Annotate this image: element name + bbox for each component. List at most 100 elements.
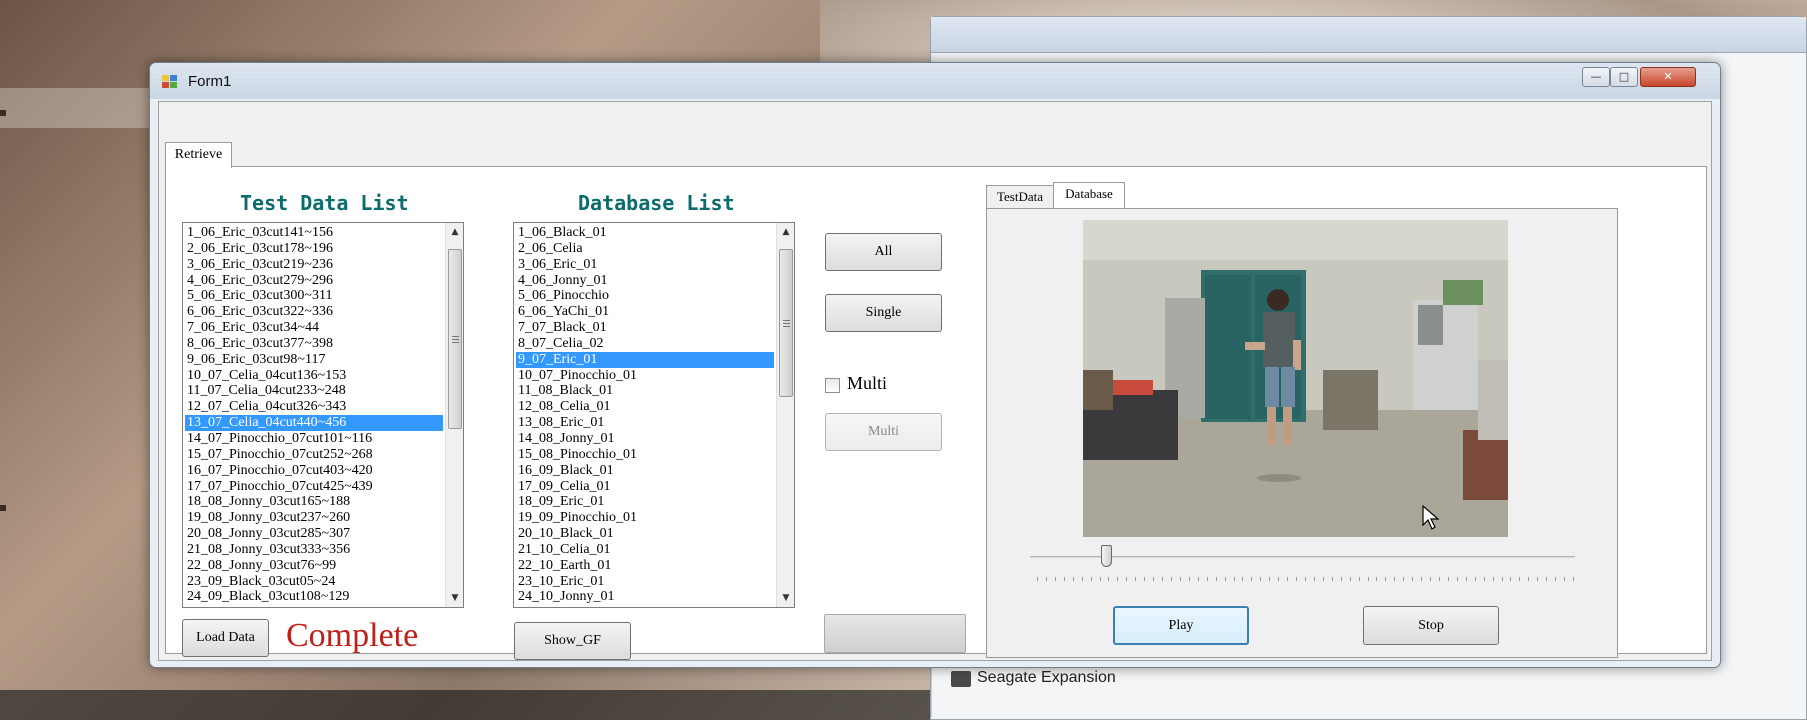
trackbar-tick (1305, 577, 1306, 581)
scroll-down-arrow-icon[interactable]: ▼ (446, 589, 463, 607)
grip-line (783, 323, 790, 324)
list-item[interactable]: 23_09_Black_03cut05~24 (185, 574, 443, 590)
single-button[interactable]: Single (825, 294, 942, 332)
list-item[interactable]: 7_07_Black_01 (516, 320, 774, 336)
list-item[interactable]: 13_07_Celia_04cut440~456 (185, 415, 443, 431)
tab-retrieve[interactable]: Retrieve (165, 142, 232, 168)
list-item[interactable]: 3_06_Eric_03cut219~236 (185, 257, 443, 273)
list-item[interactable]: 22_10_Earth_01 (516, 558, 774, 574)
database-listbox[interactable]: 1_06_Black_01 2_06_Celia 3_06_Eric_01 4_06_… (513, 222, 795, 608)
list-item[interactable]: 20_08_Jonny_03cut285~307 (185, 526, 443, 542)
list-item[interactable]: 12_07_Celia_04cut326~343 (185, 399, 443, 415)
trackbar-tick (1537, 577, 1539, 581)
list-item[interactable]: 17_07_Pinocchio_07cut425~439 (185, 479, 443, 495)
trackbar-tick (1224, 577, 1226, 581)
trackbar-tick (1278, 577, 1280, 581)
list-item[interactable]: 11_08_Black_01 (516, 383, 774, 399)
list-item[interactable]: 23_10_Eric_01 (516, 574, 774, 590)
list-item[interactable]: 12_08_Celia_01 (516, 399, 774, 415)
list-item[interactable]: 20_10_Black_01 (516, 526, 774, 542)
scroll-thumb[interactable] (779, 249, 793, 397)
trackbar-tick (1367, 577, 1369, 581)
test-data-scrollbar[interactable]: ▲ ▼ (445, 223, 463, 607)
viewer-tab-control: TestData Database Play Stop (986, 182, 1696, 658)
close-button[interactable]: ✕ (1640, 67, 1696, 87)
scroll-down-arrow-icon[interactable]: ▼ (777, 589, 794, 607)
list-item[interactable]: 10_07_Pinocchio_01 (516, 368, 774, 384)
list-item[interactable]: 1_06_Eric_03cut141~156 (185, 225, 443, 241)
list-item[interactable]: 16_09_Black_01 (516, 463, 774, 479)
list-item[interactable]: 2_06_Celia (516, 241, 774, 257)
multi-button[interactable]: Multi (825, 413, 942, 451)
maximize-button[interactable]: □ (1610, 67, 1638, 87)
mouse-cursor-icon (1422, 505, 1440, 530)
test-data-listbox[interactable]: 1_06_Eric_03cut141~156 2_06_Eric_03cut178… (182, 222, 464, 608)
list-item[interactable]: 7_06_Eric_03cut34~44 (185, 320, 443, 336)
list-item[interactable]: 8_06_Eric_03cut377~398 (185, 336, 443, 352)
list-item[interactable]: 15_08_Pinocchio_01 (516, 447, 774, 463)
database-scrollbar[interactable]: ▲ ▼ (776, 223, 794, 607)
scroll-up-arrow-icon[interactable]: ▲ (446, 223, 463, 241)
list-item[interactable]: 24_09_Black_03cut108~129 (185, 589, 443, 605)
trackbar-tick (1492, 577, 1494, 581)
trackbar-tick (1162, 577, 1164, 581)
tab-testdata[interactable]: TestData (986, 185, 1054, 209)
list-item[interactable]: 6_06_Eric_03cut322~336 (185, 304, 443, 320)
database-list-title: Database List (578, 191, 735, 215)
list-item[interactable]: 19_09_Pinocchio_01 (516, 510, 774, 526)
list-item[interactable]: 15_07_Pinocchio_07cut252~268 (185, 447, 443, 463)
trackbar-tick (1117, 577, 1119, 581)
video-frame (1083, 220, 1508, 537)
test-data-items: 1_06_Eric_03cut141~156 2_06_Eric_03cut178… (185, 225, 443, 605)
list-item[interactable]: 6_06_YaChi_01 (516, 304, 774, 320)
list-item[interactable]: 3_06_Eric_01 (516, 257, 774, 273)
list-item[interactable]: 22_08_Jonny_03cut76~99 (185, 558, 443, 574)
list-item[interactable]: 14_08_Jonny_01 (516, 431, 774, 447)
multi-checkbox[interactable] (825, 378, 840, 393)
status-complete-label: Complete (286, 617, 419, 654)
list-item[interactable]: 17_09_Celia_01 (516, 479, 774, 495)
play-button[interactable]: Play (1113, 606, 1249, 645)
scroll-up-arrow-icon[interactable]: ▲ (777, 223, 794, 241)
all-button[interactable]: All (825, 233, 942, 271)
list-item[interactable]: 14_07_Pinocchio_07cut101~116 (185, 431, 443, 447)
tab-database[interactable]: Database (1053, 182, 1125, 209)
show-gf-button[interactable]: Show_GF (514, 622, 631, 660)
list-item[interactable]: 4_06_Jonny_01 (516, 273, 774, 289)
list-item[interactable]: 10_07_Celia_04cut136~153 (185, 368, 443, 384)
trackbar-tick (1287, 577, 1289, 581)
background-window-item[interactable]: Seagate Expansion (977, 669, 1116, 687)
list-item[interactable]: 9_06_Eric_03cut98~117 (185, 352, 443, 368)
trackbar-tick (1456, 577, 1458, 581)
trackbar-tick (1179, 577, 1181, 581)
list-item[interactable]: 1_06_Black_01 (516, 225, 774, 241)
multi-checkbox-label[interactable]: Multi (847, 373, 887, 394)
list-item[interactable]: 5_06_Pinocchio (516, 288, 774, 304)
list-item[interactable]: 13_08_Eric_01 (516, 415, 774, 431)
list-item[interactable]: 18_08_Jonny_03cut165~188 (185, 494, 443, 510)
background-window-titlebar[interactable] (931, 17, 1806, 53)
list-item[interactable]: 4_06_Eric_03cut279~296 (185, 273, 443, 289)
list-item[interactable]: 21_08_Jonny_03cut333~356 (185, 542, 443, 558)
list-item[interactable]: 5_06_Eric_03cut300~311 (185, 288, 443, 304)
list-item[interactable]: 19_08_Jonny_03cut237~260 (185, 510, 443, 526)
database-items: 1_06_Black_01 2_06_Celia 3_06_Eric_01 4_06_… (516, 225, 774, 605)
load-data-button[interactable]: Load Data (182, 619, 269, 657)
scroll-thumb[interactable] (448, 249, 462, 429)
trackbar-tick (1439, 577, 1440, 581)
list-item[interactable]: 18_09_Eric_01 (516, 494, 774, 510)
list-item[interactable]: 8_07_Celia_02 (516, 336, 774, 352)
list-item[interactable]: 11_07_Celia_04cut233~248 (185, 383, 443, 399)
stop-button[interactable]: Stop (1363, 606, 1499, 645)
window-titlebar[interactable]: Form1 — □ ✕ (150, 63, 1720, 99)
list-item[interactable]: 24_10_Jonny_01 (516, 589, 774, 605)
list-item[interactable]: 2_06_Eric_03cut178~196 (185, 241, 443, 257)
list-item[interactable]: 21_10_Celia_01 (516, 542, 774, 558)
minimize-button[interactable]: — (1582, 67, 1610, 87)
trackbar-tick (1126, 577, 1128, 581)
trackbar-tick (1340, 577, 1342, 581)
list-item[interactable]: 9_07_Eric_01 (516, 351, 774, 368)
trackbar-thumb[interactable] (1101, 545, 1113, 567)
trackbar-tick (1519, 577, 1521, 581)
list-item[interactable]: 16_07_Pinocchio_07cut403~420 (185, 463, 443, 479)
